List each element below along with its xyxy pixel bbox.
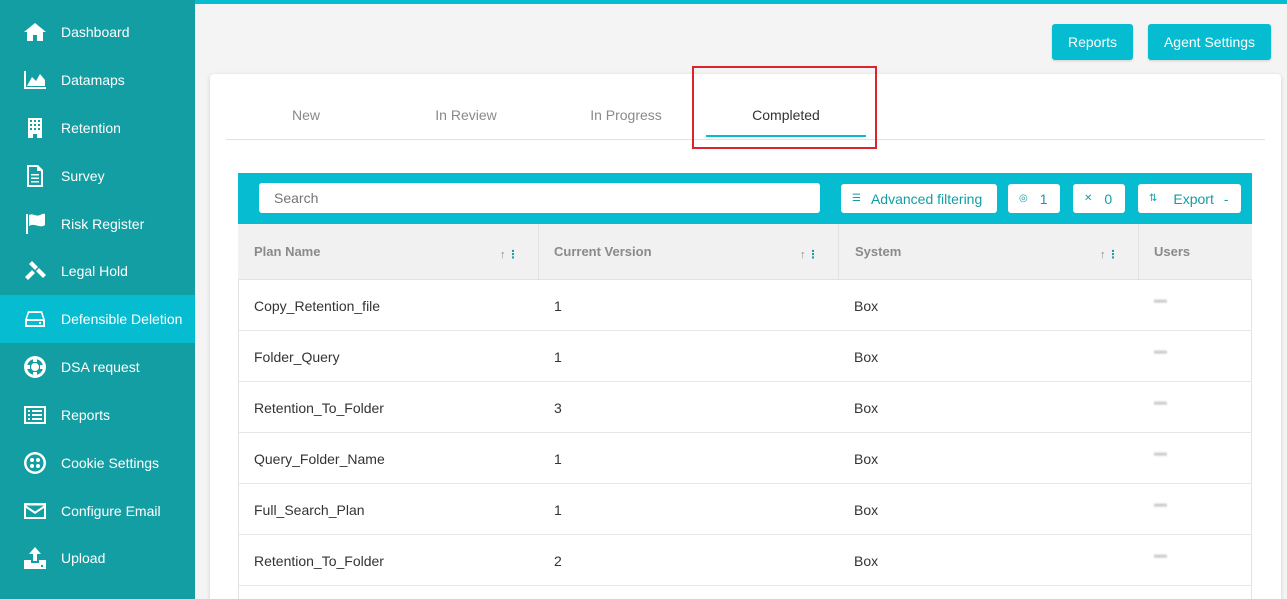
export-button[interactable]: ⇅ Export - <box>1138 184 1241 213</box>
plan-name-cell: Query_Folder_Name <box>254 451 385 467</box>
plan-name-cell: Retention_To_Folder <box>254 553 384 569</box>
version-cell: 1 <box>554 451 562 467</box>
sidebar-item-label: Risk Register <box>61 216 145 232</box>
table-row[interactable]: Query_Folder_Name 1 Box ▪▪▪▪ <box>238 433 1252 484</box>
sidebar-item-configure-email[interactable]: Configure Email <box>0 487 195 535</box>
sidebar-item-label: Upload <box>61 550 106 566</box>
sidebar-item-risk-register[interactable]: Risk Register <box>0 200 195 248</box>
reports-button[interactable]: Reports <box>1052 24 1133 60</box>
filter-icon: ☰ <box>852 193 861 204</box>
sidebar-item-label: Cookie Settings <box>61 455 160 471</box>
sidebar-item-retention[interactable]: Retention <box>0 104 195 152</box>
flag-icon <box>22 212 48 236</box>
table-row[interactable]: Full_Search_Plan 1 Box ▪▪▪▪ <box>238 484 1252 535</box>
column-divider <box>1138 224 1139 280</box>
column-header-plan-name[interactable]: Plan Name <box>254 244 320 259</box>
system-cell: Box <box>854 451 879 467</box>
system-cell: Box <box>854 349 879 365</box>
advanced-filtering-button[interactable]: ☰ Advanced filtering <box>841 184 997 213</box>
plan-name-cell: Folder_Query <box>254 349 340 365</box>
system-cell: Box <box>854 553 879 569</box>
lifebuoy-icon <box>22 355 48 379</box>
tab-new[interactable]: New <box>226 107 386 127</box>
users-cell-redacted: ▪▪▪▪ <box>1154 449 1167 459</box>
sidebar-item-dsa-request[interactable]: DSA request <box>0 343 195 391</box>
version-cell: 1 <box>554 502 562 518</box>
sidebar-item-legal-hold[interactable]: Legal Hold <box>0 247 195 295</box>
agent-settings-button[interactable]: Agent Settings <box>1148 24 1271 60</box>
table-row[interactable]: Retention_To_Folder 2 Box ▪▪▪▪ <box>238 535 1252 586</box>
sidebar-item-label: Datamaps <box>61 72 125 88</box>
sidebar-item-label: Reports <box>61 407 111 423</box>
table-row[interactable]: Folder_Query 1 Box ▪▪▪▪ <box>238 331 1252 382</box>
hard-drive-icon <box>22 307 48 331</box>
version-cell: 1 <box>554 349 562 365</box>
users-cell-redacted: ▪▪▪▪ <box>1154 296 1167 306</box>
document-icon <box>22 164 48 188</box>
table-row[interactable]: Retention_To_Folder 3 Box ▪▪▪▪ <box>238 382 1252 433</box>
sidebar-item-label: DSA request <box>61 359 140 375</box>
dropdown-icon: - <box>1223 190 1229 207</box>
system-cell: Box <box>854 400 879 416</box>
sidebar-item-label: Dashboard <box>61 24 130 40</box>
envelope-icon <box>22 499 48 523</box>
pinned-columns-button[interactable]: ✕ 0 <box>1073 184 1125 213</box>
home-icon <box>22 20 48 44</box>
search-input[interactable] <box>259 183 820 213</box>
sidebar-item-label: Defensible Deletion <box>61 311 183 327</box>
export-icon: ⇅ <box>1149 193 1158 204</box>
tab-in-progress[interactable]: In Progress <box>546 107 706 127</box>
highlight-box <box>692 66 877 149</box>
area-chart-icon <box>22 68 48 92</box>
hidden-columns-button[interactable]: ◎ 1 <box>1008 184 1060 213</box>
plan-name-cell: Full_Search_Plan <box>254 502 365 518</box>
advanced-filtering-label: Advanced filtering <box>870 190 983 207</box>
sidebar: Dashboard Datamaps Retention Survey Risk… <box>0 0 195 599</box>
sidebar-item-label: Survey <box>61 168 105 184</box>
pin-icon: ✕ <box>1084 193 1093 204</box>
users-cell-redacted: ▪▪▪▪ <box>1154 347 1167 357</box>
column-header-current-version[interactable]: Current Version <box>554 244 652 259</box>
sidebar-item-datamaps[interactable]: Datamaps <box>0 56 195 104</box>
column-header-system[interactable]: System <box>855 244 901 259</box>
sidebar-item-label: Legal Hold <box>61 263 128 279</box>
version-cell: 2 <box>554 553 562 569</box>
cookie-icon <box>22 451 48 475</box>
column-header-users[interactable]: Users <box>1154 244 1190 259</box>
pinned-count: 0 <box>1104 190 1113 207</box>
sidebar-item-dashboard[interactable]: Dashboard <box>0 8 195 56</box>
gavel-icon <box>22 259 48 283</box>
system-cell: Box <box>854 502 879 518</box>
system-cell: Box <box>854 298 879 314</box>
sidebar-item-defensible-deletion[interactable]: Defensible Deletion <box>0 295 195 343</box>
upload-icon <box>22 546 48 570</box>
sidebar-item-reports[interactable]: Reports <box>0 391 195 439</box>
tab-in-review[interactable]: In Review <box>386 107 546 127</box>
sidebar-item-label: Configure Email <box>61 503 161 519</box>
column-divider <box>838 224 839 280</box>
list-icon <box>22 403 48 427</box>
hidden-count: 1 <box>1039 190 1048 207</box>
sidebar-item-survey[interactable]: Survey <box>0 152 195 200</box>
sidebar-item-cookie-settings[interactable]: Cookie Settings <box>0 439 195 487</box>
column-divider <box>538 224 539 280</box>
users-cell-redacted: ▪▪▪▪ <box>1154 551 1167 561</box>
sidebar-item-upload[interactable]: Upload <box>0 534 195 582</box>
version-cell: 1 <box>554 298 562 314</box>
users-cell-redacted: ▪▪▪▪ <box>1154 500 1167 510</box>
sidebar-item-label: Retention <box>61 120 121 136</box>
sort-icon[interactable]: ↑ ⋮ <box>1100 248 1119 261</box>
export-label: Export <box>1173 190 1214 207</box>
users-cell-redacted: ▪▪▪▪ <box>1154 398 1167 408</box>
eye-off-icon: ◎ <box>1019 193 1028 204</box>
table-row[interactable]: Copy_Retention_file 1 Box ▪▪▪▪ <box>238 280 1252 331</box>
building-icon <box>22 116 48 140</box>
sort-icon[interactable]: ↑ ⋮ <box>500 248 519 261</box>
plan-name-cell: Copy_Retention_file <box>254 298 381 314</box>
version-cell: 3 <box>554 400 562 416</box>
plan-name-cell: Retention_To_Folder <box>254 400 384 416</box>
sort-icon[interactable]: ↑ ⋮ <box>800 248 819 261</box>
